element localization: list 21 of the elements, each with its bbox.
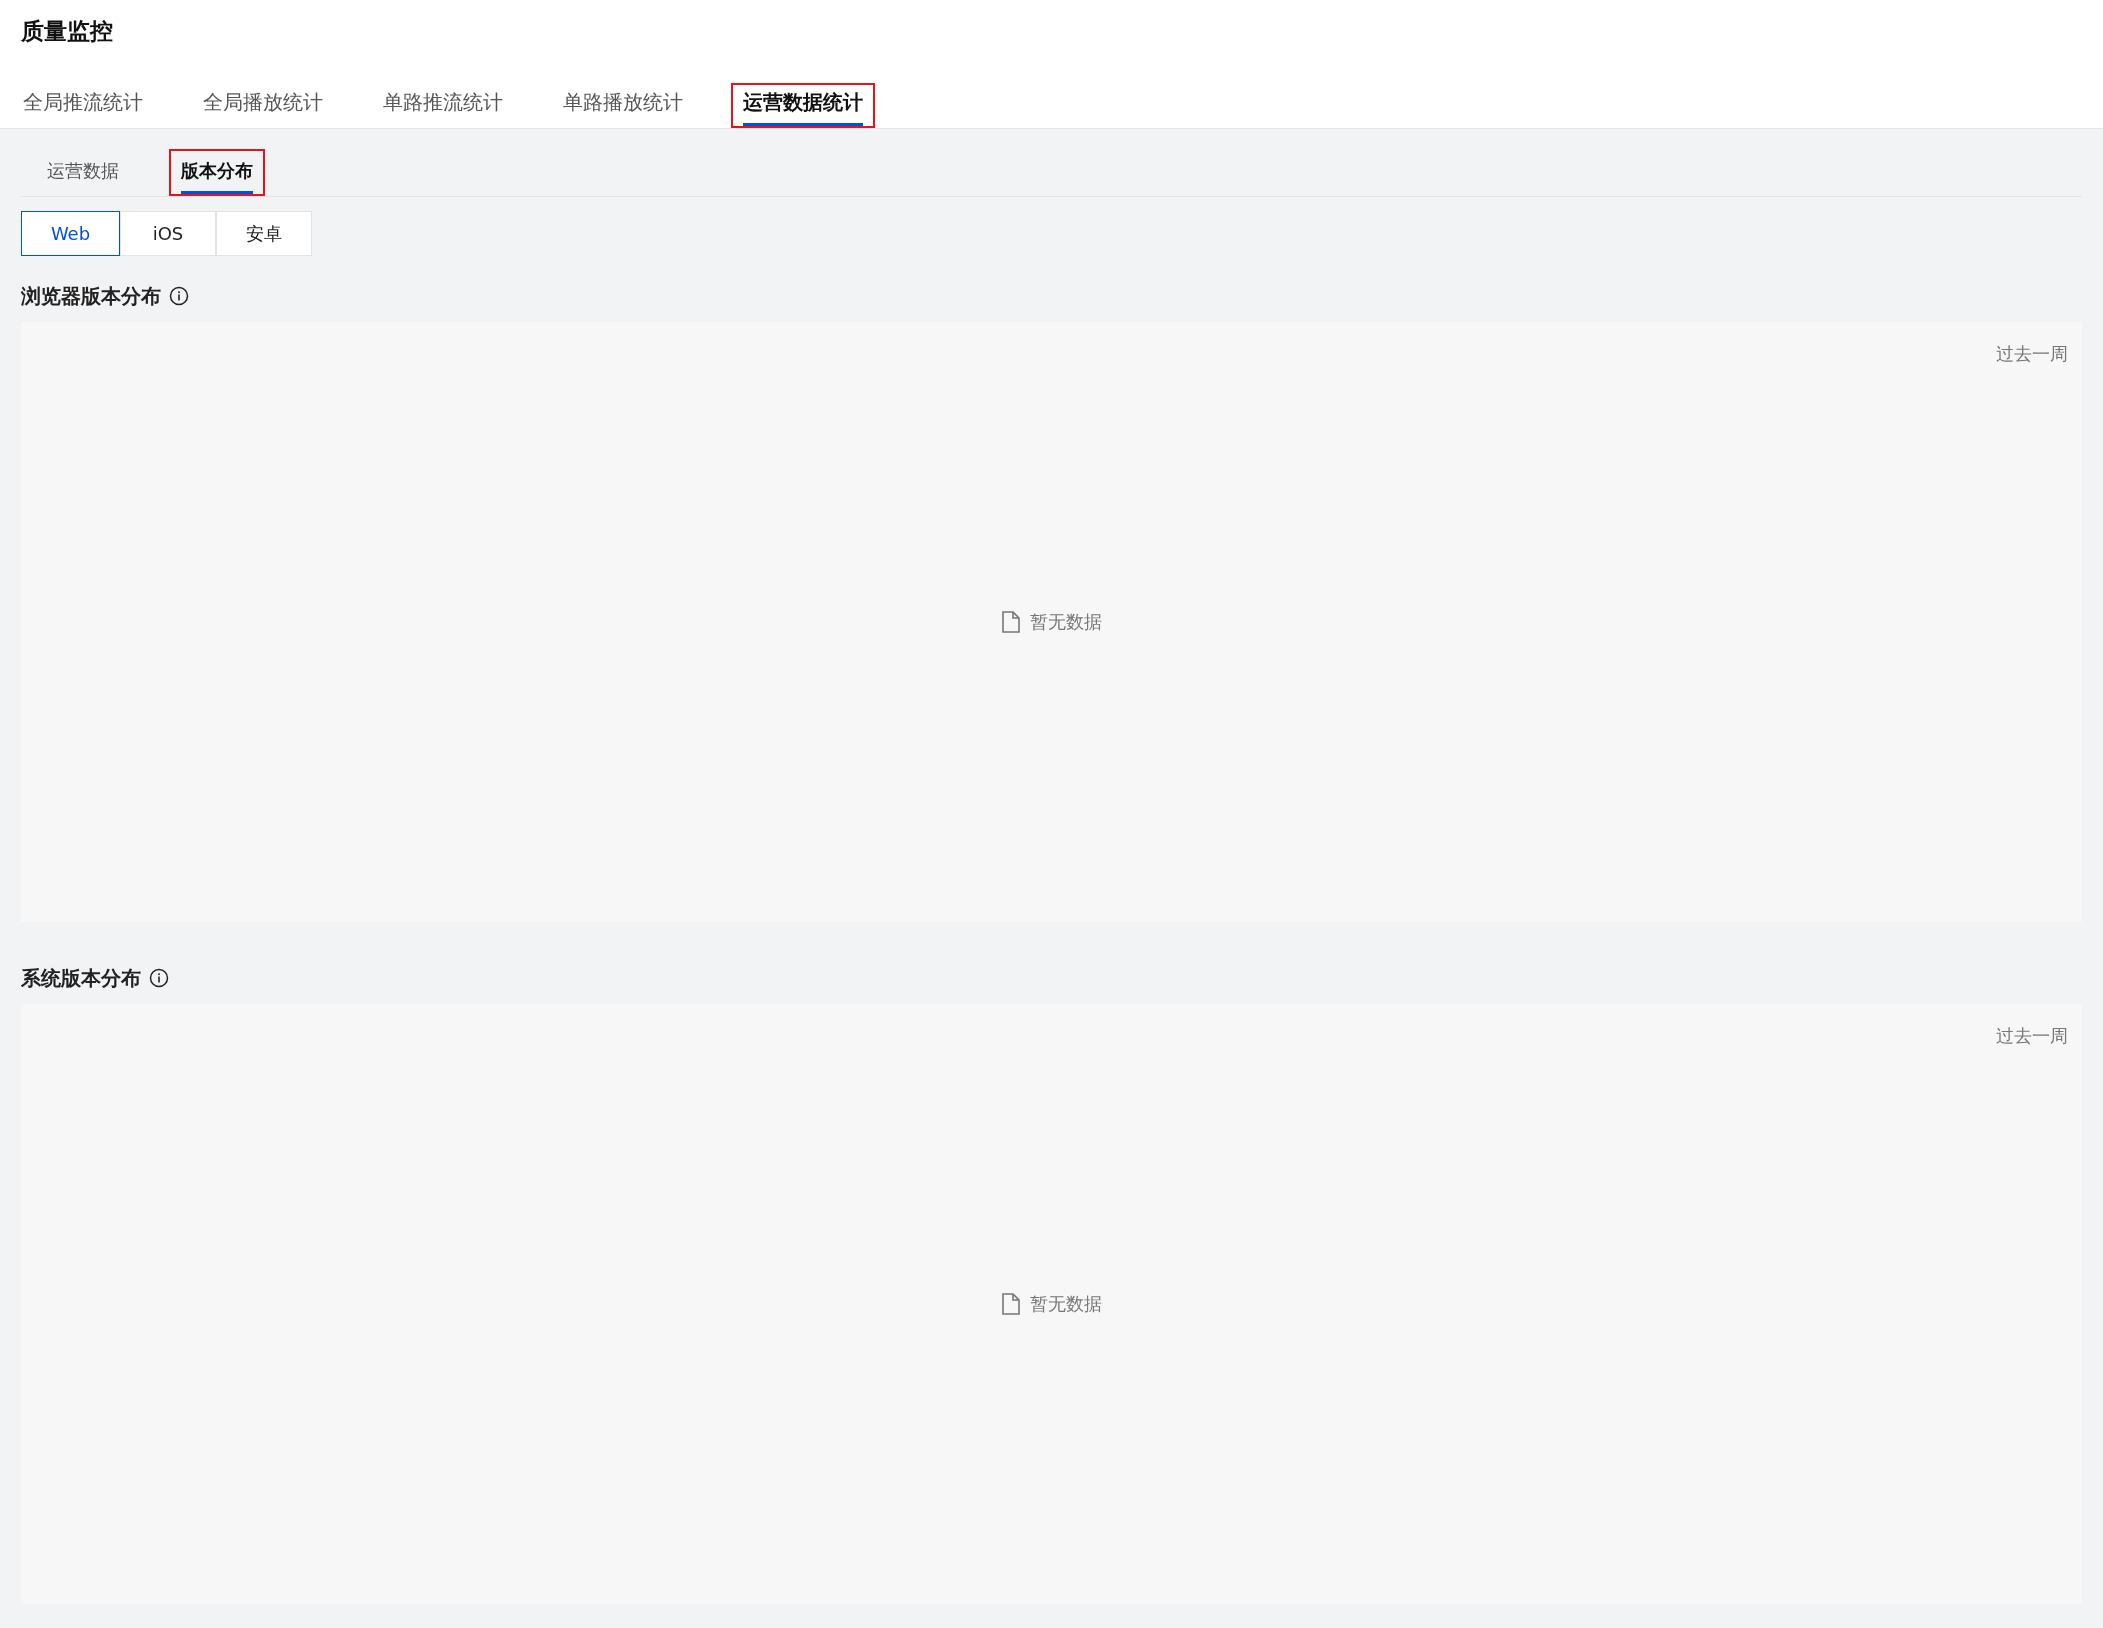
- info-icon[interactable]: [149, 968, 169, 988]
- tab[interactable]: 全局推流统计: [11, 83, 155, 128]
- platform-button[interactable]: iOS: [120, 211, 216, 256]
- sub-tab[interactable]: 运营数据: [35, 149, 131, 196]
- page-title: 质量监控: [21, 17, 114, 46]
- info-icon[interactable]: [169, 286, 189, 306]
- platform-button[interactable]: Web: [21, 211, 120, 256]
- section-title: 系统版本分布: [21, 964, 141, 992]
- sub-tab[interactable]: 版本分布: [169, 149, 265, 196]
- tab[interactable]: 单路推流统计: [371, 83, 515, 128]
- document-icon: [1001, 611, 1020, 633]
- document-icon: [1001, 1293, 1020, 1315]
- empty-state-text: 暂无数据: [1029, 610, 1102, 634]
- tab[interactable]: 单路播放统计: [551, 83, 695, 128]
- time-range-label: 过去一周: [1996, 342, 2068, 366]
- section-title: 浏览器版本分布: [21, 282, 161, 310]
- time-range-label: 过去一周: [1996, 1024, 2068, 1048]
- tab[interactable]: 全局播放统计: [191, 83, 335, 128]
- empty-state-text: 暂无数据: [1029, 1292, 1102, 1316]
- tab[interactable]: 运营数据统计: [731, 83, 875, 128]
- platform-button[interactable]: 安卓: [216, 211, 312, 256]
